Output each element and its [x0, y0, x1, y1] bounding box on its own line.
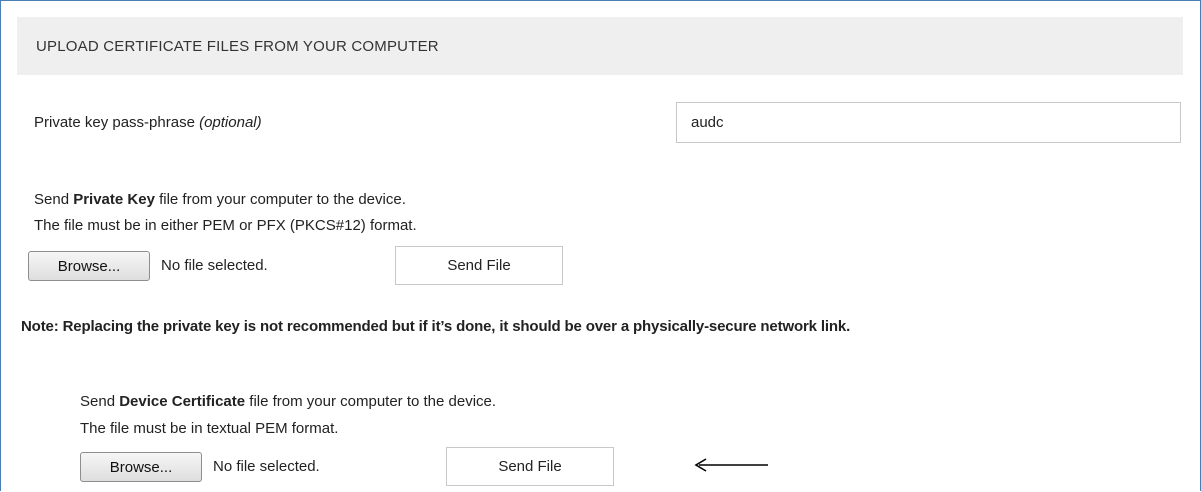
device-cert-file-status: No file selected.: [213, 458, 320, 475]
private-key-term: Private Key: [73, 191, 155, 208]
device-cert-instruction-prefix: Send: [80, 393, 120, 410]
passphrase-label-text: Private key pass-phrase: [34, 114, 195, 131]
passphrase-label: Private key pass-phrase (optional): [34, 114, 262, 131]
private-key-instruction: Send Private Key file from your computer…: [34, 191, 406, 208]
left-arrow-icon: [694, 458, 768, 472]
device-cert-term: Device Certificate: [119, 393, 246, 410]
device-cert-send-button[interactable]: Send File: [446, 447, 614, 486]
private-key-file-status: No file selected.: [161, 257, 268, 274]
private-key-instruction-suffix: file from your computer to the device.: [154, 191, 406, 208]
device-cert-format: The file must be in textual PEM format.: [80, 420, 339, 437]
private-key-format: The file must be in either PEM or PFX (P…: [34, 217, 417, 234]
device-cert-instruction-suffix: file from your computer to the device.: [245, 393, 497, 410]
device-cert-instruction: Send Device Certificate file from your c…: [80, 393, 496, 410]
section-header: UPLOAD CERTIFICATE FILES FROM YOUR COMPU…: [17, 17, 1183, 75]
passphrase-input[interactable]: [676, 102, 1181, 143]
private-key-send-button[interactable]: Send File: [395, 246, 563, 285]
device-cert-browse-button[interactable]: Browse...: [80, 452, 202, 482]
private-key-browse-button[interactable]: Browse...: [28, 251, 150, 281]
security-note: Note: Replacing the private key is not r…: [21, 318, 851, 335]
private-key-instruction-prefix: Send: [34, 191, 74, 208]
section-title: UPLOAD CERTIFICATE FILES FROM YOUR COMPU…: [36, 37, 439, 55]
optional-hint: (optional): [199, 114, 262, 131]
